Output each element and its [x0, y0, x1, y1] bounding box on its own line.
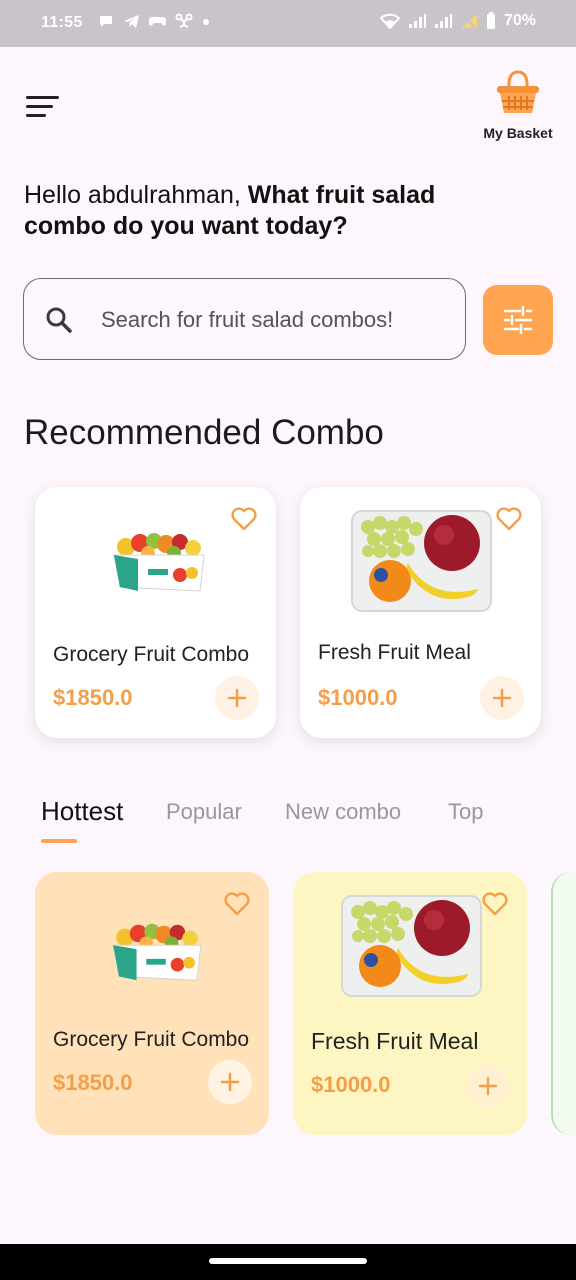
- fruit-box-image: [112, 923, 202, 981]
- card-price: $1000.0: [311, 1072, 391, 1097]
- drone-icon: [175, 13, 193, 28]
- system-icons: 70%: [379, 12, 536, 30]
- card-price: $1850.0: [53, 685, 133, 710]
- add-to-basket-button[interactable]: [466, 1064, 510, 1108]
- fruit-tray-image: [341, 895, 482, 997]
- fruit-tray-image: [351, 510, 492, 612]
- menu-line-2: [26, 105, 53, 108]
- card-price: $1000.0: [318, 685, 398, 710]
- battery-icon: [486, 12, 495, 29]
- dot-icon: [203, 19, 209, 25]
- recommended-card[interactable]: Fresh Fruit Meal $1000.0: [300, 487, 541, 738]
- active-tab-indicator: [41, 839, 77, 843]
- home-gesture-handle[interactable]: [209, 1258, 367, 1264]
- greeting-text: Hello abdulrahman, What fruit salad comb…: [24, 180, 484, 242]
- card-name: Fresh Fruit Meal: [318, 641, 471, 664]
- tab-top[interactable]: Top: [448, 799, 483, 825]
- greeting-prefix: Hello abdulrahman,: [24, 181, 241, 209]
- status-bar: 11:55 70%: [0, 0, 576, 47]
- basket-icon: [497, 70, 539, 113]
- my-basket-button[interactable]: My Basket: [478, 68, 558, 141]
- add-to-basket-button[interactable]: [480, 676, 524, 720]
- filter-button[interactable]: [483, 285, 553, 355]
- hottest-card[interactable]: Grocery Fruit Combo $1850.0: [35, 872, 269, 1135]
- search-field[interactable]: Search for fruit salad combos!: [23, 278, 466, 360]
- message-icon: [100, 16, 112, 27]
- plus-icon: [227, 688, 247, 708]
- wifi-icon: [379, 13, 400, 29]
- heart-icon[interactable]: [224, 892, 250, 916]
- fruit-box-image: [113, 533, 205, 592]
- card-name: Grocery Fruit Combo: [53, 1028, 250, 1051]
- menu-button[interactable]: [26, 94, 62, 120]
- basket-label: My Basket: [483, 125, 553, 141]
- recommended-card[interactable]: Grocery Fruit Combo $1850.0: [35, 487, 276, 738]
- battery-level: 70%: [503, 12, 536, 29]
- hottest-card-peek[interactable]: [551, 872, 576, 1135]
- plus-icon: [478, 1076, 498, 1096]
- heart-icon[interactable]: [496, 507, 522, 531]
- tab-hottest[interactable]: Hottest: [41, 796, 123, 827]
- card-name: Grocery Fruit Combo: [53, 643, 250, 666]
- filter-icon: [503, 306, 533, 334]
- no-signal-icon: [460, 14, 477, 28]
- tab-new-combo[interactable]: New combo: [285, 799, 401, 825]
- heart-icon[interactable]: [482, 892, 508, 916]
- add-to-basket-button[interactable]: [208, 1060, 252, 1104]
- menu-line-1: [26, 96, 59, 99]
- navigation-bar: [0, 1244, 576, 1280]
- status-time: 11:55: [41, 14, 83, 31]
- signal-icon: [434, 14, 452, 28]
- category-tabs: Hottest Popular New combo Top: [0, 796, 576, 846]
- plus-icon: [492, 688, 512, 708]
- game-icon: [149, 17, 166, 26]
- recommended-title: Recommended Combo: [24, 413, 384, 452]
- card-price: $1850.0: [53, 1070, 133, 1095]
- search-placeholder: Search for fruit salad combos!: [101, 307, 394, 332]
- tab-popular[interactable]: Popular: [166, 799, 242, 825]
- heart-icon[interactable]: [231, 507, 257, 531]
- menu-line-3: [26, 114, 46, 117]
- hottest-card[interactable]: Fresh Fruit Meal $1000.0: [293, 872, 527, 1135]
- plus-icon: [220, 1072, 240, 1092]
- search-icon: [46, 307, 72, 333]
- signal-icon: [408, 14, 426, 28]
- card-name: Fresh Fruit Meal: [311, 1028, 479, 1054]
- notification-icons: [98, 13, 210, 29]
- add-to-basket-button[interactable]: [215, 676, 259, 720]
- telegram-icon: [124, 15, 139, 28]
